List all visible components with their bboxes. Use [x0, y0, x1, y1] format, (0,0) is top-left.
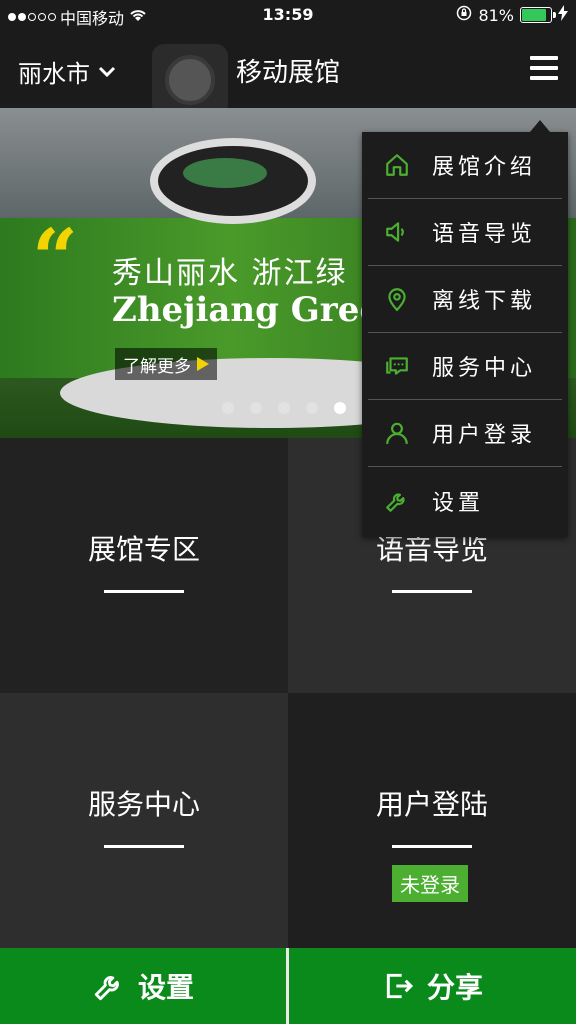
menu-item-service-center[interactable]: 服务中心	[368, 333, 562, 400]
battery-icon	[520, 7, 556, 23]
tile-service-center[interactable]: 服务中心	[0, 693, 288, 948]
carousel-dot[interactable]	[222, 402, 234, 414]
menu-item-label: 设置	[432, 491, 485, 516]
dropdown-menu: 展馆介绍 语音导览 离线下载 服务中心 用户登录 设置	[362, 120, 568, 537]
menu-item-label: 服务中心	[432, 356, 537, 381]
menu-item-exhibition-intro[interactable]: 展馆介绍	[368, 132, 562, 199]
speaker-icon	[386, 222, 404, 242]
chat-icon	[386, 357, 408, 375]
menu-item-settings[interactable]: 设置	[368, 468, 562, 534]
share-button[interactable]: 分享	[290, 948, 576, 1024]
tile-underline	[392, 590, 472, 593]
carousel-indicators	[222, 402, 346, 414]
tile-underline	[104, 590, 184, 593]
location-pin-icon	[388, 288, 406, 312]
user-icon	[386, 422, 408, 444]
play-arrow-icon	[197, 357, 209, 371]
status-bar: 中国移动 13:59 81%	[0, 0, 576, 30]
wrench-icon	[94, 976, 119, 1001]
login-status-badge: 未登录	[392, 865, 468, 902]
battery-area: 81%	[456, 5, 568, 25]
orientation-lock-icon	[456, 5, 472, 25]
menu-item-label: 语音导览	[432, 222, 537, 247]
carousel-dot-active[interactable]	[334, 402, 346, 414]
tile-underline	[104, 845, 184, 848]
charging-icon	[558, 5, 568, 25]
menu-item-label: 用户登录	[432, 423, 537, 448]
quote-mark-icon: “	[32, 211, 79, 305]
learn-more-button[interactable]: 了解更多	[115, 348, 217, 380]
bottom-action-bar: 设置 分享	[0, 948, 576, 1024]
menu-item-user-login[interactable]: 用户登录	[368, 400, 562, 467]
settings-button[interactable]: 设置	[0, 948, 286, 1024]
menu-item-audio-guide[interactable]: 语音导览	[368, 199, 562, 266]
settings-label: 设置	[137, 971, 194, 1004]
banner-slogan-cn: 秀山丽水 浙江绿	[112, 256, 348, 291]
page-title: 移动展馆	[235, 58, 340, 88]
home-icon	[386, 154, 408, 176]
share-exit-icon	[386, 973, 414, 999]
menu-item-label: 展馆介绍	[432, 155, 537, 180]
tile-user-login[interactable]: 用户登陆 未登录	[288, 693, 576, 948]
carousel-dot[interactable]	[306, 402, 318, 414]
tile-label: 用户登陆	[375, 788, 488, 821]
tile-exhibition-zone[interactable]: 展馆专区	[0, 438, 288, 693]
hamburger-menu-icon[interactable]	[530, 56, 558, 80]
tile-label: 服务中心	[87, 788, 200, 821]
menu-item-label: 离线下载	[432, 289, 537, 314]
carousel-dot[interactable]	[278, 402, 290, 414]
app-header: 丽水市 移动展馆	[0, 30, 576, 116]
assistive-touch-button[interactable]	[152, 44, 228, 116]
banner-ceiling-light	[150, 138, 316, 224]
tile-underline	[392, 845, 472, 848]
share-label: 分享	[426, 971, 483, 1004]
battery-percent: 81%	[478, 5, 514, 25]
bottom-divider	[286, 948, 289, 1024]
tile-label: 展馆专区	[87, 533, 200, 566]
wrench-icon	[386, 493, 405, 512]
menu-item-offline-download[interactable]: 离线下载	[368, 266, 562, 333]
learn-more-label: 了解更多	[123, 356, 191, 377]
carousel-dot[interactable]	[250, 402, 262, 414]
